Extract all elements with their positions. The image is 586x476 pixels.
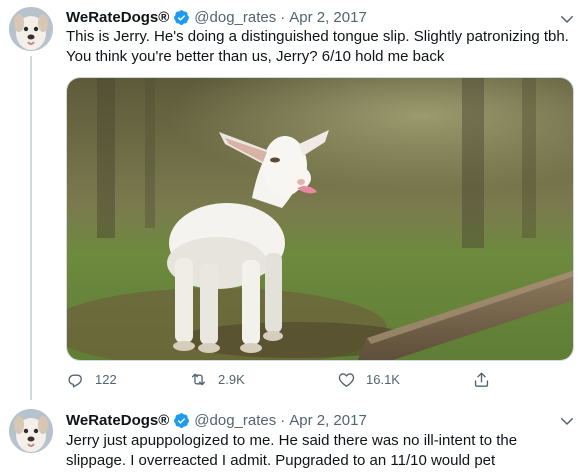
share-button[interactable] [472,370,491,389]
retweet-icon [191,373,206,386]
avatar[interactable] [9,409,53,453]
tweet-text: Jerry just apuppologized to me. He said … [66,432,518,469]
tweet-actions: 122 2.9K 16.1K [66,370,506,394]
author-handle[interactable]: @dog_rates [194,9,276,26]
reply-count: 122 [95,372,117,387]
tweet-photo[interactable] [66,77,574,361]
reply-icon [68,374,82,388]
author-name[interactable]: WeRateDogs® [66,412,169,429]
separator-dot: · [280,8,286,26]
tweet-timestamp[interactable]: Apr 2, 2017 [289,9,367,26]
tweet-text: This is Jerry. He's doing a distinguishe… [66,28,569,65]
thread-connector [30,56,32,400]
caret-down-icon[interactable] [558,10,576,28]
tweet[interactable]: WeRateDogs® @dog_rates · Apr 2, 2017 Thi… [0,0,586,400]
tweet-timestamp[interactable]: Apr 2, 2017 [289,412,367,429]
verified-badge-icon [173,9,190,26]
like-button[interactable]: 16.1K [337,370,400,389]
retweet-button[interactable]: 2.9K [189,370,245,389]
caret-down-icon[interactable] [558,412,576,430]
separator-dot: · [280,411,286,429]
author-handle[interactable]: @dog_rates [194,412,276,429]
like-icon [338,373,355,387]
avatar[interactable] [9,7,53,51]
retweet-count: 2.9K [218,372,245,387]
verified-badge-icon [173,412,190,429]
reply-button[interactable]: 122 [66,370,117,389]
author-name[interactable]: WeRateDogs® [66,9,169,26]
tweet-header: WeRateDogs® @dog_rates · Apr 2, 2017 [66,410,367,430]
like-count: 16.1K [366,372,400,387]
tweet[interactable]: WeRateDogs® @dog_rates · Apr 2, 2017 Jer… [0,400,586,476]
share-icon [474,372,489,387]
tweet-header: WeRateDogs® @dog_rates · Apr 2, 2017 [66,7,367,27]
